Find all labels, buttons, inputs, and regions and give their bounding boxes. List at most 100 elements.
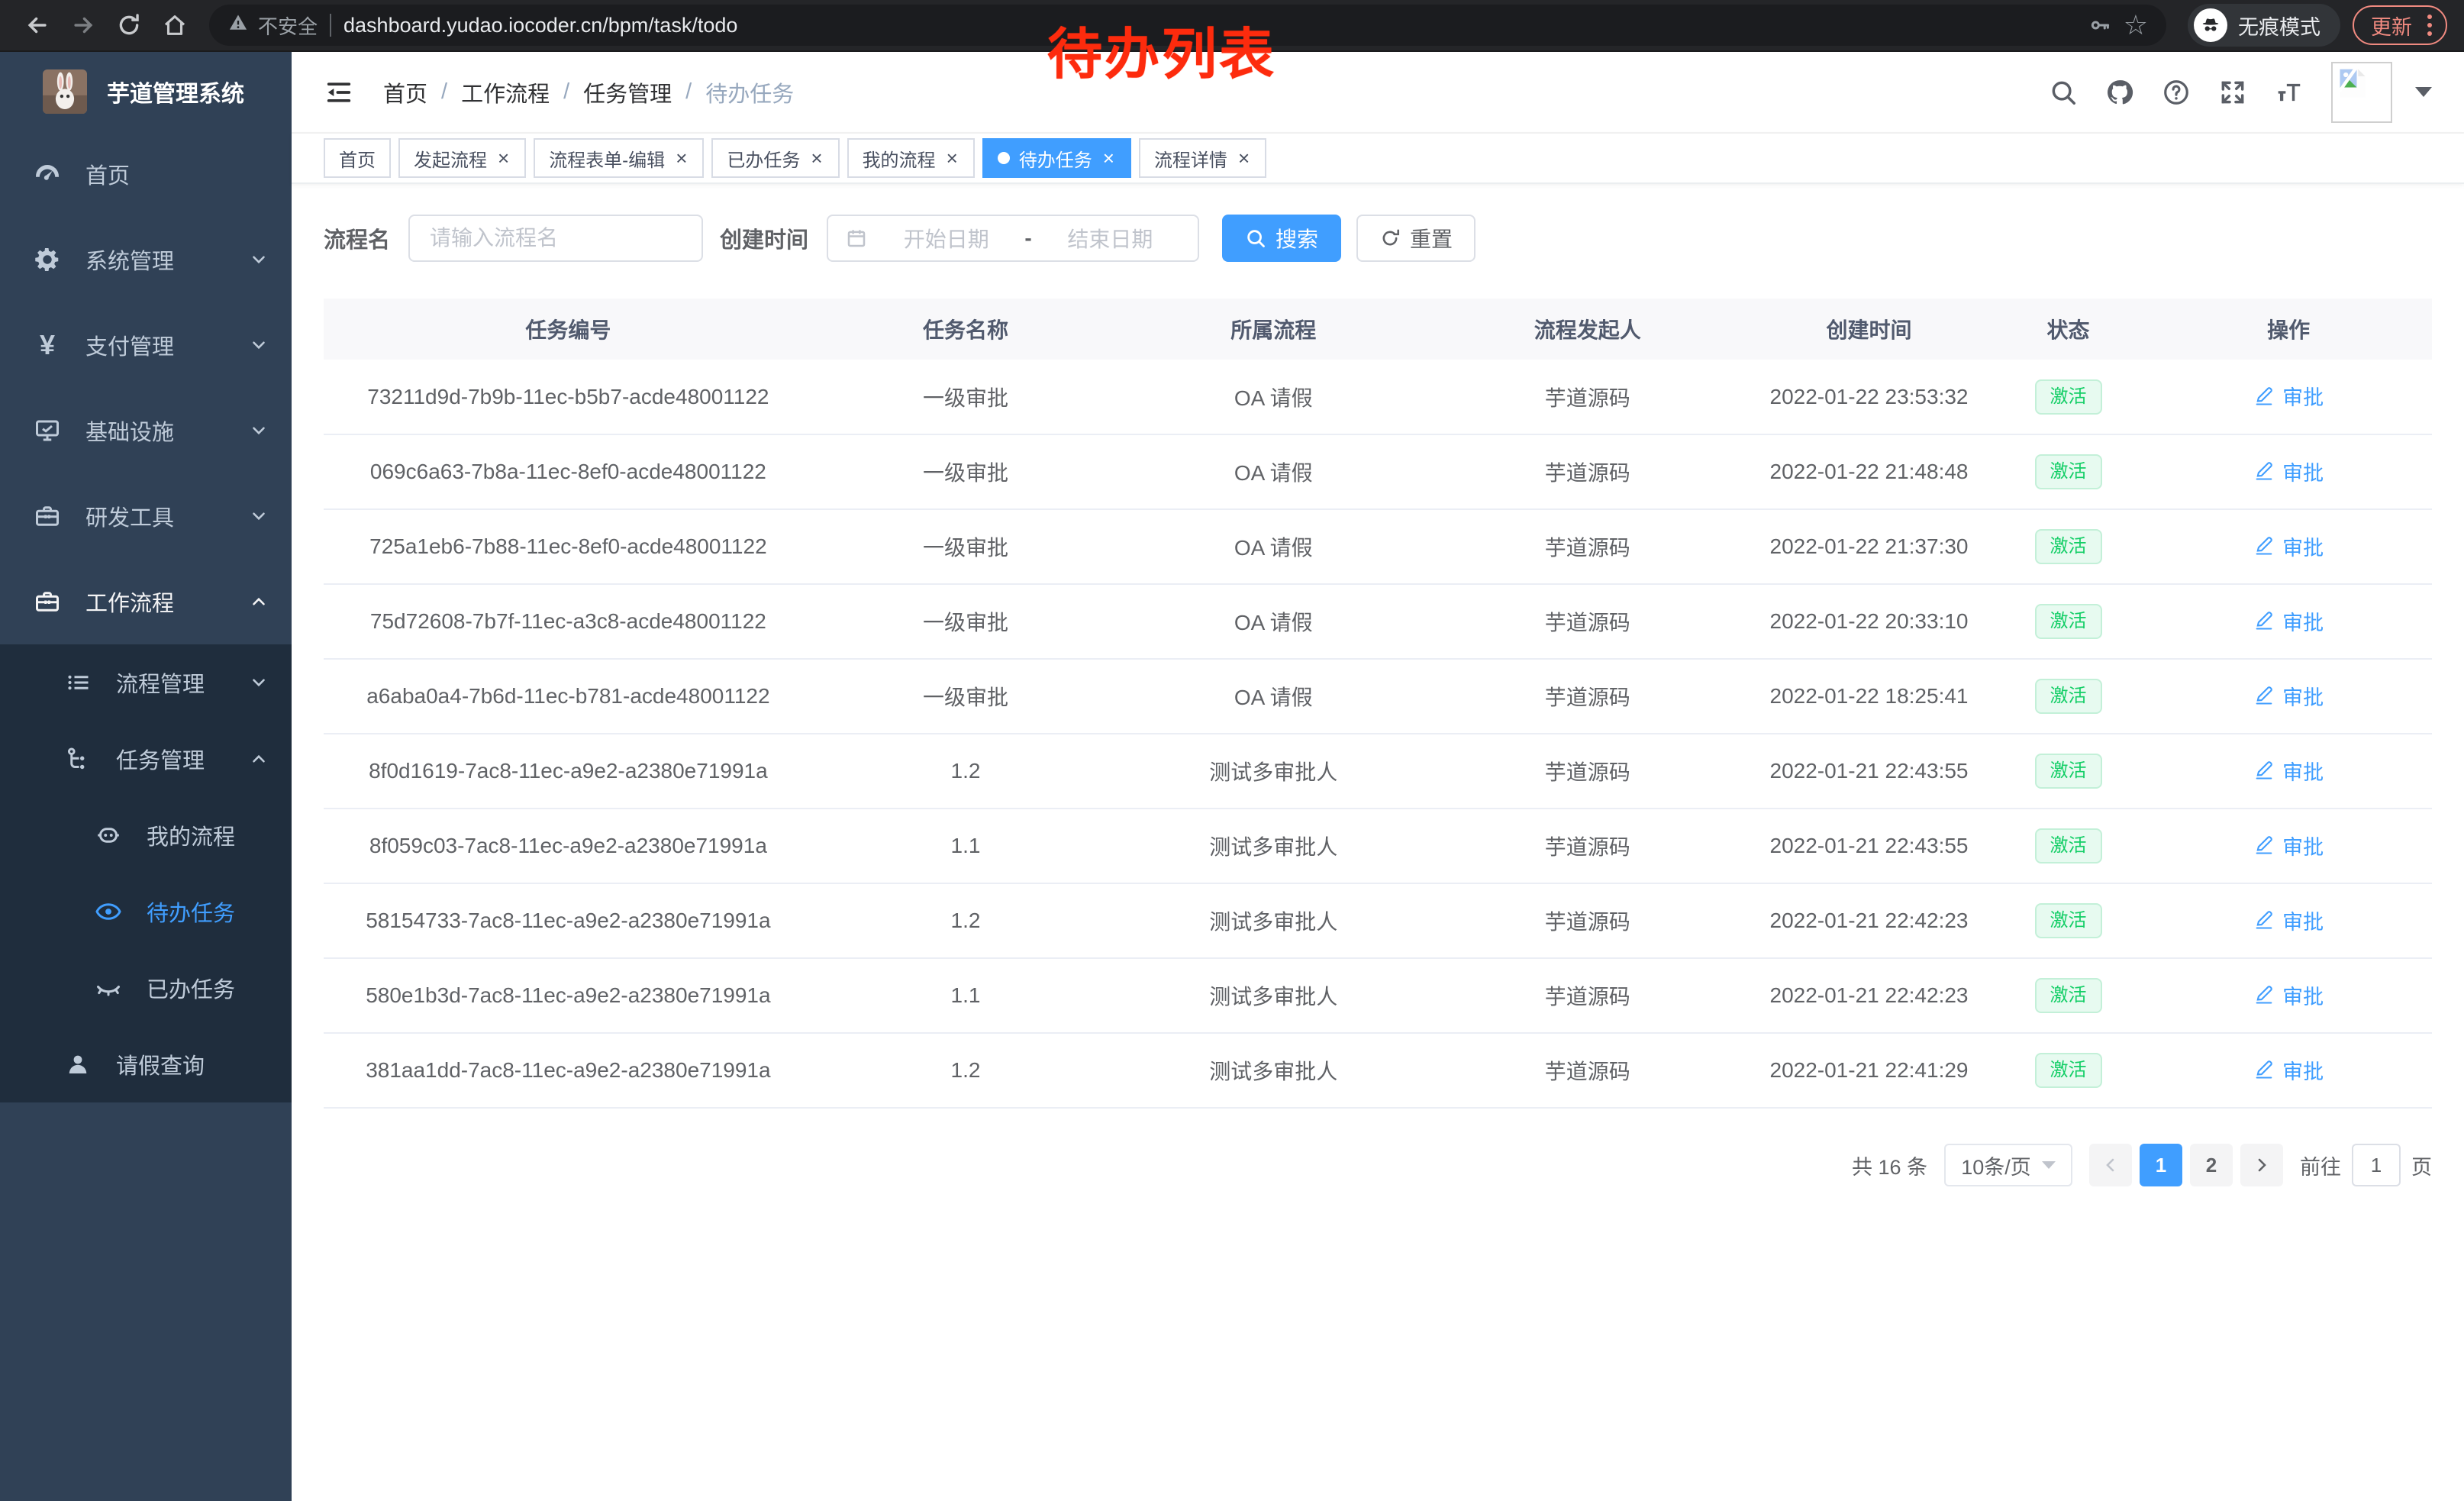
tab-start-process[interactable]: 发起流程× bbox=[398, 138, 526, 178]
approve-link[interactable]: 审批 bbox=[2253, 980, 2324, 1010]
security-label[interactable]: 不安全 bbox=[258, 11, 318, 40]
page-button-2[interactable]: 2 bbox=[2190, 1144, 2233, 1186]
status-badge: 激活 bbox=[2035, 679, 2102, 714]
cell-actions: 审批 bbox=[2145, 809, 2432, 883]
table-row: 75d72608-7b7f-11ec-a3c8-acde48001122 一级审… bbox=[324, 584, 2432, 659]
status-badge: 激活 bbox=[2035, 978, 2102, 1013]
font-size-icon[interactable] bbox=[2275, 78, 2304, 107]
sidebar-item-todo-tasks[interactable]: 待办任务 bbox=[0, 873, 292, 950]
broken-image-icon bbox=[2336, 66, 2369, 100]
sidebar-item-home[interactable]: 首页 bbox=[0, 131, 292, 217]
cell-task-name: 1.2 bbox=[813, 734, 1118, 809]
browser-menu-icon[interactable] bbox=[2424, 11, 2435, 39]
breadcrumb-home[interactable]: 首页 bbox=[383, 76, 427, 108]
sidebar-fold-icon[interactable] bbox=[324, 77, 354, 108]
pen-icon bbox=[2253, 460, 2275, 482]
cell-created: 2022-01-22 20:33:10 bbox=[1746, 584, 1991, 659]
reset-button[interactable]: 重置 bbox=[1356, 215, 1475, 262]
cell-process: 测试多审批人 bbox=[1118, 958, 1428, 1033]
close-icon[interactable]: × bbox=[674, 148, 689, 168]
start-date-placeholder[interactable]: 开始日期 bbox=[876, 223, 1017, 253]
sidebar-item-payment[interactable]: ¥ 支付管理 bbox=[0, 302, 292, 388]
tab-my-process[interactable]: 我的流程× bbox=[847, 138, 975, 178]
sidebar-item-task-mgmt[interactable]: 任务管理 bbox=[0, 721, 292, 797]
sidebar-item-system[interactable]: 系统管理 bbox=[0, 217, 292, 302]
github-icon[interactable] bbox=[2105, 78, 2134, 107]
approve-link[interactable]: 审批 bbox=[2253, 531, 2324, 561]
search-icon[interactable] bbox=[2049, 78, 2078, 107]
approve-link[interactable]: 审批 bbox=[2253, 831, 2324, 860]
close-icon[interactable]: × bbox=[1237, 148, 1251, 168]
sidebar-item-done-tasks[interactable]: 已办任务 bbox=[0, 950, 292, 1026]
sidebar-item-workflow[interactable]: 工作流程 bbox=[0, 559, 292, 644]
approve-link[interactable]: 审批 bbox=[2253, 905, 2324, 935]
chevron-down-icon bbox=[249, 335, 269, 355]
date-range-picker[interactable]: 开始日期 - 结束日期 bbox=[827, 215, 1199, 262]
logo-image bbox=[43, 69, 87, 114]
col-starter: 流程发起人 bbox=[1428, 299, 1746, 360]
tab-form-edit[interactable]: 流程表单-编辑× bbox=[534, 138, 704, 178]
omnibox-divider bbox=[330, 14, 331, 37]
tab-process-detail[interactable]: 流程详情× bbox=[1139, 138, 1266, 178]
sidebar-item-infra[interactable]: 基础设施 bbox=[0, 388, 292, 473]
app-shell: 芋道管理系统 首页 系统管理 ¥ 支付管理 bbox=[0, 52, 2464, 1501]
cell-process: OA 请假 bbox=[1118, 584, 1428, 659]
sidebar-item-my-process[interactable]: 我的流程 bbox=[0, 797, 292, 873]
home-icon[interactable] bbox=[154, 5, 195, 46]
close-icon[interactable]: × bbox=[809, 148, 824, 168]
tab-done-tasks[interactable]: 已办任务× bbox=[711, 138, 839, 178]
cell-starter: 芋道源码 bbox=[1428, 1033, 1746, 1108]
approve-link[interactable]: 审批 bbox=[2253, 606, 2324, 636]
cell-task-id: 8f059c03-7ac8-11ec-a9e2-a2380e71991a bbox=[324, 809, 813, 883]
sidebar-item-leave-query[interactable]: 请假查询 bbox=[0, 1026, 292, 1102]
end-date-placeholder[interactable]: 结束日期 bbox=[1040, 223, 1181, 253]
toolbox-icon bbox=[32, 502, 63, 530]
incognito-label: 无痕模式 bbox=[2238, 11, 2320, 40]
cell-actions: 审批 bbox=[2145, 509, 2432, 584]
cell-task-id: a6aba0a4-7b6d-11ec-b781-acde48001122 bbox=[324, 659, 813, 734]
search-button[interactable]: 搜索 bbox=[1222, 215, 1341, 262]
approve-link[interactable]: 审批 bbox=[2253, 681, 2324, 711]
avatar-caret-icon[interactable] bbox=[2415, 87, 2432, 97]
close-icon[interactable]: × bbox=[1101, 148, 1116, 168]
cell-starter: 芋道源码 bbox=[1428, 584, 1746, 659]
prev-page-button[interactable] bbox=[2089, 1144, 2132, 1186]
help-icon[interactable] bbox=[2162, 78, 2191, 107]
approve-link[interactable]: 审批 bbox=[2253, 457, 2324, 486]
sidebar-item-devtools[interactable]: 研发工具 bbox=[0, 473, 292, 559]
sidebar-logo[interactable]: 芋道管理系统 bbox=[0, 52, 292, 131]
close-icon[interactable]: × bbox=[496, 148, 511, 168]
next-page-button[interactable] bbox=[2240, 1144, 2283, 1186]
page-size-select[interactable]: 10条/页 bbox=[1944, 1144, 2072, 1186]
cell-starter: 芋道源码 bbox=[1428, 734, 1746, 809]
approve-link[interactable]: 审批 bbox=[2253, 1055, 2324, 1085]
avatar[interactable] bbox=[2331, 62, 2392, 123]
not-secure-icon bbox=[227, 12, 249, 39]
pen-icon bbox=[2253, 610, 2275, 631]
fullscreen-icon[interactable] bbox=[2218, 78, 2247, 107]
breadcrumb-task-mgmt[interactable]: 任务管理 bbox=[583, 76, 672, 108]
chevron-down-icon bbox=[2042, 1161, 2056, 1169]
sidebar-item-process-mgmt[interactable]: 流程管理 bbox=[0, 644, 292, 721]
cell-starter: 芋道源码 bbox=[1428, 509, 1746, 584]
approve-link[interactable]: 审批 bbox=[2253, 381, 2324, 411]
chevron-down-icon bbox=[249, 421, 269, 441]
forward-icon[interactable] bbox=[63, 5, 104, 46]
robot-icon bbox=[93, 822, 124, 849]
page-button-1[interactable]: 1 bbox=[2140, 1144, 2182, 1186]
tab-todo-tasks[interactable]: 待办任务× bbox=[982, 138, 1131, 178]
update-label[interactable]: 更新 bbox=[2371, 11, 2412, 40]
reload-icon[interactable] bbox=[108, 5, 150, 46]
cell-task-id: 381aa1dd-7ac8-11ec-a9e2-a2380e71991a bbox=[324, 1033, 813, 1108]
approve-link[interactable]: 审批 bbox=[2253, 756, 2324, 786]
goto-page-input[interactable] bbox=[2352, 1144, 2401, 1186]
process-name-input[interactable] bbox=[408, 215, 703, 262]
password-key-icon[interactable] bbox=[2088, 14, 2111, 37]
col-task-id: 任务编号 bbox=[324, 299, 813, 360]
close-icon[interactable]: × bbox=[945, 148, 959, 168]
tab-home[interactable]: 首页 bbox=[324, 138, 391, 178]
bookmark-star-icon[interactable]: ☆ bbox=[2124, 11, 2148, 39]
browser-update-button[interactable]: 更新 bbox=[2353, 5, 2447, 45]
back-icon[interactable] bbox=[17, 5, 58, 46]
breadcrumb-workflow[interactable]: 工作流程 bbox=[461, 76, 550, 108]
